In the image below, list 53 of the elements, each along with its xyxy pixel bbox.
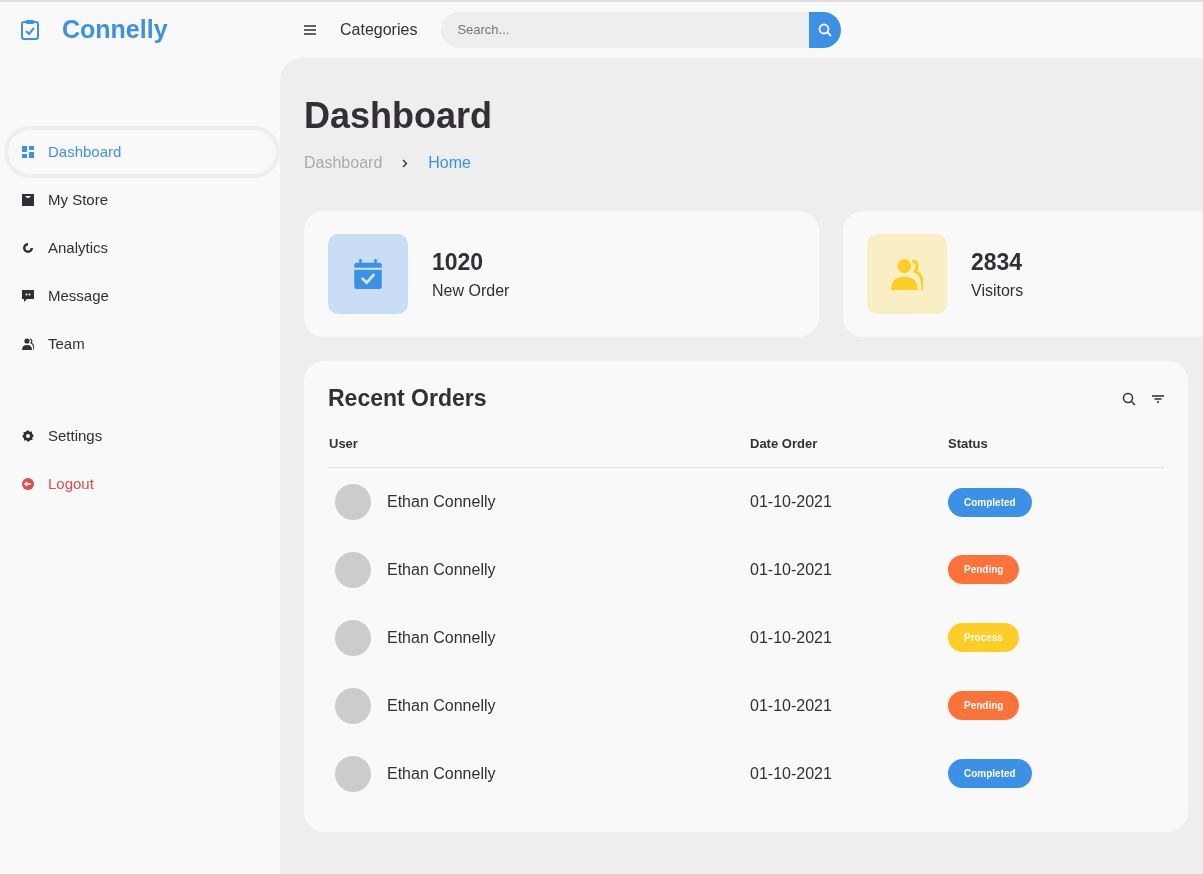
avatar-placeholder (335, 687, 371, 724)
chevron-icon (402, 158, 409, 168)
user-name: Ethan Connelly (387, 492, 496, 513)
people-icon (22, 338, 34, 350)
avatar-placeholder (335, 484, 371, 521)
stat-label: New Order (432, 281, 510, 302)
status-badge: Pending (948, 691, 1020, 721)
user-name: Ethan Connelly (387, 763, 496, 784)
order-date: 01-10-2021 (750, 628, 832, 646)
stat-value: 2834 (971, 247, 1024, 277)
stat-value: 1020 (432, 247, 485, 277)
sidebar-item[interactable]: Settings (8, 414, 276, 458)
user-name: Ethan Connelly (387, 695, 496, 716)
user-name: Ethan Connelly (387, 627, 496, 648)
column-header: Status (947, 432, 1164, 468)
chat-icon (22, 290, 34, 302)
people-icon (891, 258, 923, 291)
clipboard-check-icon (20, 19, 40, 41)
exit-icon (22, 478, 34, 490)
avatar-placeholder (335, 619, 371, 656)
filter-icon[interactable] (1152, 395, 1164, 403)
page-title: Dashboard (304, 94, 494, 138)
column-header: Date Order (749, 432, 947, 468)
status-badge: Process (948, 623, 1019, 653)
status-badge: Completed (948, 759, 1032, 789)
sidebar-item[interactable]: Team (8, 322, 276, 366)
order-date: 01-10-2021 (750, 764, 832, 782)
logout-link[interactable]: Logout (8, 462, 276, 506)
ring-icon (22, 242, 34, 254)
search-button[interactable] (809, 12, 842, 48)
bag-icon (22, 194, 34, 206)
order-date: 01-10-2021 (750, 560, 832, 578)
search-field[interactable]: Search... (441, 12, 810, 48)
sidebar-item[interactable]: My Store (8, 178, 276, 222)
avatar-placeholder (335, 551, 371, 588)
menu-icon[interactable] (304, 25, 316, 35)
avatar-placeholder (335, 755, 371, 792)
gear-icon (22, 430, 34, 442)
sidebar-item[interactable]: Message (8, 274, 276, 318)
categories-link[interactable]: Categories (340, 18, 418, 42)
grid-icon (22, 146, 34, 158)
status-badge: Pending (948, 555, 1020, 585)
status-badge: Completed (948, 487, 1032, 517)
order-date: 01-10-2021 (750, 696, 832, 714)
search-icon (818, 23, 833, 37)
user-name: Ethan Connelly (387, 559, 496, 580)
calendar-icon (353, 259, 383, 290)
sidebar-item[interactable]: Analytics (8, 226, 276, 270)
orders-title: Recent Orders (328, 385, 487, 413)
column-header: User (328, 432, 749, 468)
order-date: 01-10-2021 (750, 493, 832, 511)
search-icon[interactable] (1122, 392, 1136, 406)
stat-label: Visitors (971, 281, 1024, 302)
